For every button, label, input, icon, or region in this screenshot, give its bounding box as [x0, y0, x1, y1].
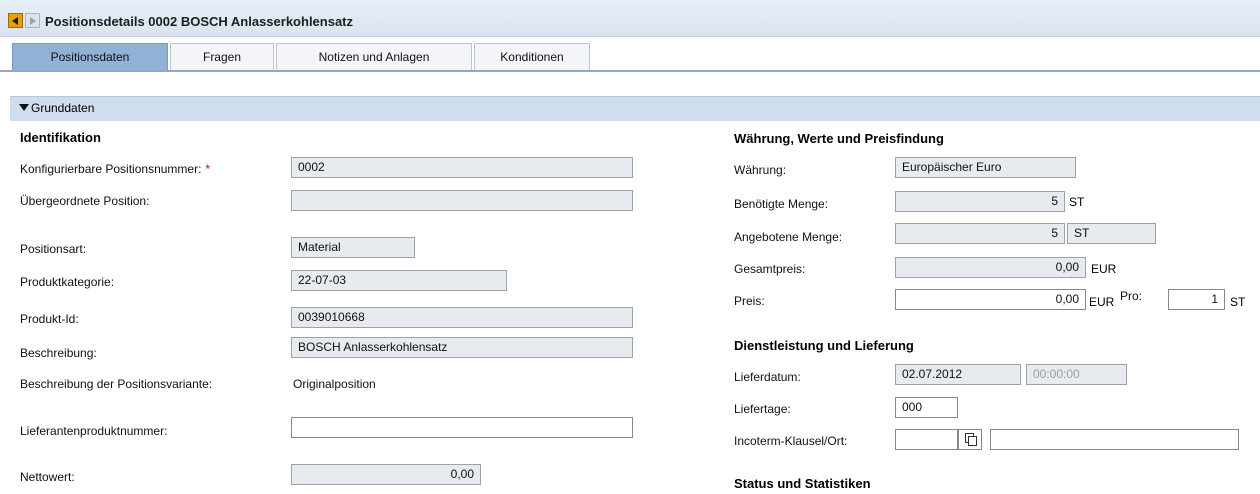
label-nettowert: Nettowert:: [20, 470, 75, 484]
positionsart-field[interactable]: Material: [291, 237, 415, 258]
preis-input[interactable]: 0,00: [895, 289, 1086, 310]
label-lieferantenproduktnummer: Lieferantenproduktnummer:: [20, 424, 168, 438]
heading-identifikation: Identifikation: [20, 130, 101, 145]
beschreibung-field[interactable]: BOSCH Anlasserkohlensatz: [291, 337, 633, 358]
page-title: Positionsdetails 0002 BOSCH Anlasserkohl…: [45, 14, 354, 29]
label-gesamtpreis: Gesamtpreis:: [734, 262, 806, 276]
label-preis: Preis:: [734, 294, 765, 308]
waehrung-field[interactable]: Europäischer Euro: [895, 157, 1076, 178]
label-liefertage: Liefertage:: [734, 402, 791, 416]
label-incoterm: Incoterm-Klausel/Ort:: [734, 434, 848, 448]
tab-fragen[interactable]: Fragen: [170, 43, 274, 70]
back-arrow-icon[interactable]: [8, 13, 23, 28]
tab-notizen-und-anlagen[interactable]: Notizen und Anlagen: [276, 43, 472, 70]
heading-dienstleistung-lieferung: Dienstleistung und Lieferung: [734, 338, 914, 353]
heading-status-statistiken: Status und Statistiken: [734, 476, 871, 491]
angebotene-menge-field[interactable]: 5: [895, 223, 1065, 244]
pro-unit: ST: [1230, 295, 1246, 309]
heading-waehrung-werte: Währung, Werte und Preisfindung: [734, 131, 944, 146]
liefertage-input[interactable]: 000: [895, 397, 958, 418]
uebergeordnete-position-field[interactable]: [291, 190, 633, 211]
tab-underline: [0, 70, 1260, 72]
positionsvariante-value: Originalposition: [293, 377, 376, 391]
label-positionsart: Positionsart:: [20, 242, 87, 256]
pro-input[interactable]: 1: [1168, 289, 1225, 310]
benoetigte-menge-field[interactable]: 5: [895, 191, 1065, 212]
lieferantenproduktnummer-input[interactable]: [291, 417, 633, 438]
gesamtpreis-unit: EUR: [1091, 262, 1117, 276]
label-angebotene-menge: Angebotene Menge:: [734, 230, 843, 244]
gesamtpreis-field[interactable]: 0,00: [895, 257, 1086, 278]
label-konfigurierbare-positionsnummer: Konfigurierbare Positionsnummer: *: [20, 162, 211, 176]
forward-arrow-icon[interactable]: [25, 13, 40, 28]
collapse-triangle-icon[interactable]: [19, 104, 29, 111]
label-positionsvariante: Beschreibung der Positionsvariante:: [20, 377, 213, 391]
label-lieferdatum: Lieferdatum:: [734, 370, 801, 384]
produkt-id-field[interactable]: 0039010668: [291, 307, 633, 328]
benoetigte-menge-unit: ST: [1069, 195, 1085, 209]
section-header-grunddaten[interactable]: [10, 96, 1260, 121]
value-help-button[interactable]: [958, 429, 982, 450]
label-waehrung: Währung:: [734, 163, 787, 177]
konfigurierbare-positionsnummer-field[interactable]: 0002: [291, 157, 633, 178]
label-pro: Pro:: [1120, 289, 1143, 303]
label-uebergeordnete-position: Übergeordnete Position:: [20, 194, 150, 208]
label-benoetigte-menge: Benötigte Menge:: [734, 197, 829, 211]
tab-konditionen[interactable]: Konditionen: [474, 43, 590, 70]
lieferzeit-field[interactable]: 00:00:00: [1026, 364, 1127, 385]
section-title: Grunddaten: [31, 101, 95, 115]
nettowert-field[interactable]: 0,00: [291, 464, 481, 485]
label-produktkategorie: Produktkategorie:: [20, 275, 115, 289]
required-icon: *: [205, 162, 211, 176]
incoterm-input[interactable]: [895, 429, 958, 450]
incoterm-ort-input[interactable]: [990, 429, 1239, 450]
label-produkt-id: Produkt-Id:: [20, 312, 79, 326]
lieferdatum-field[interactable]: 02.07.2012: [895, 364, 1021, 385]
angebotene-menge-unit-field[interactable]: ST: [1067, 223, 1156, 244]
preis-unit: EUR: [1089, 295, 1115, 309]
tab-positionsdaten[interactable]: Positionsdaten: [12, 43, 168, 70]
produktkategorie-field[interactable]: 22-07-03: [291, 270, 507, 291]
label-beschreibung: Beschreibung:: [20, 346, 97, 360]
